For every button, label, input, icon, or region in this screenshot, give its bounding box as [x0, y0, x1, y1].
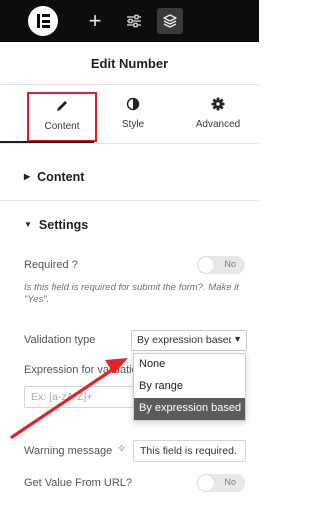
- get-value-from-url-toggle[interactable]: No: [197, 474, 245, 492]
- tabs-divider: [0, 143, 259, 144]
- section-settings-header[interactable]: ▼ Settings: [24, 218, 88, 232]
- required-label: Required ?: [24, 259, 78, 271]
- plus-icon[interactable]: +: [82, 8, 108, 34]
- required-hint: Is this field is required for submit the…: [24, 282, 239, 305]
- tab-content-label: Content: [44, 121, 80, 132]
- toggle-knob: [198, 475, 214, 491]
- validation-type-dropdown: None By range By expression based: [133, 353, 246, 421]
- section-settings-title: Settings: [38, 218, 89, 232]
- required-toggle[interactable]: No: [197, 256, 245, 274]
- toggle-knob: [198, 257, 214, 273]
- contrast-icon: [98, 97, 168, 115]
- caret-right-icon: ▶: [24, 172, 31, 181]
- get-value-toggle-label: No: [224, 477, 236, 487]
- section-content-header[interactable]: ▶ Content: [24, 170, 84, 184]
- tab-style-label: Style: [121, 119, 145, 130]
- tab-content[interactable]: Content: [27, 92, 97, 142]
- required-toggle-label: No: [224, 259, 236, 269]
- chevron-down-icon: ▼: [231, 334, 242, 344]
- expression-label: Expression for validation: [24, 364, 144, 376]
- section-content-title: Content: [37, 170, 85, 184]
- elementor-logo-icon[interactable]: [28, 6, 58, 36]
- ai-sparkle-icon[interactable]: ✧: [117, 442, 126, 455]
- pencil-icon: [29, 99, 95, 117]
- tab-style[interactable]: Style: [98, 92, 168, 142]
- layers-icon[interactable]: [157, 8, 183, 34]
- validation-type-select[interactable]: By expression based ▼: [131, 330, 247, 351]
- warning-message-input[interactable]: This field is required.: [133, 440, 246, 462]
- editor-topbar: +: [0, 0, 259, 42]
- dropdown-option-by-range[interactable]: By range: [134, 376, 245, 398]
- title-divider: [0, 84, 259, 85]
- warning-message-label: Warning message: [24, 445, 113, 457]
- caret-down-icon: ▼: [24, 220, 32, 229]
- get-value-from-url-label: Get Value From URL?: [24, 477, 133, 489]
- panel-title: Edit Number: [90, 56, 169, 71]
- gear-icon: [181, 97, 255, 115]
- dropdown-option-none[interactable]: None: [134, 354, 245, 376]
- validation-type-label: Validation type: [24, 334, 96, 346]
- validation-type-value: By expression based: [137, 334, 235, 346]
- dropdown-option-by-expression[interactable]: By expression based: [134, 398, 245, 420]
- tab-advanced[interactable]: Advanced: [181, 92, 255, 142]
- tab-advanced-label: Advanced: [195, 119, 241, 130]
- sliders-icon[interactable]: [121, 8, 147, 34]
- section-divider: [0, 200, 259, 201]
